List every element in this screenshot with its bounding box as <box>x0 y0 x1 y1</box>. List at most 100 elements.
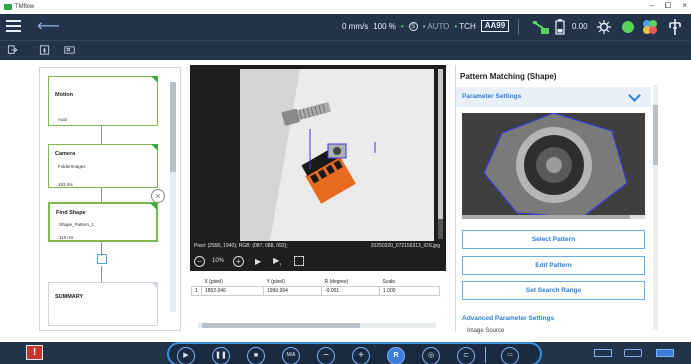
flow-node-sub: FolderImages <box>58 164 86 169</box>
exit-icon[interactable] <box>7 45 18 55</box>
speed-down-icon[interactable]: − <box>317 347 335 364</box>
zoom-level: 10% <box>212 258 225 264</box>
counter-readout: 0.00 <box>572 22 588 31</box>
flow-node-time: 118 ms <box>59 235 74 240</box>
stop-button-icon[interactable]: ■ <box>247 347 265 364</box>
col-header-y: Y (pixel) <box>266 279 285 286</box>
image-filename: 20250320_072156313_iOS.jpg <box>370 243 440 249</box>
controller-icon[interactable] <box>594 349 612 357</box>
keyboard-icon[interactable]: ▭ <box>501 347 519 364</box>
flow-node-find-shape[interactable]: Find Shape Shape_Pattern_1 118 ms <box>48 202 158 242</box>
maximize-button[interactable]: ⧠ <box>665 1 671 11</box>
project-name-box[interactable]: AA99 <box>480 20 510 32</box>
panel-scrollbar[interactable] <box>653 85 658 330</box>
flow-node-sub: Shape_Pattern_1 <box>59 222 95 227</box>
camera-image[interactable] <box>240 69 434 241</box>
target-icon[interactable]: ◎ <box>422 347 440 364</box>
close-window-button[interactable]: × <box>682 1 687 11</box>
viewer-controls: − 10% + ▶ ▶1 <box>194 253 304 269</box>
flow-node-camera[interactable]: Camera FolderImages 193 ms <box>48 144 158 188</box>
col-header-scale: Scale <box>382 279 396 286</box>
camera-image-content <box>240 69 434 241</box>
speed-readout: 0 mm/s <box>342 21 369 31</box>
s-indicator-icon: • <box>400 21 404 31</box>
flow-node-title: SUMMARY <box>55 294 84 300</box>
thumbnail-scrollbar[interactable] <box>462 215 645 219</box>
row-index: 1 <box>191 285 202 296</box>
divider <box>485 347 486 363</box>
back-arrow-icon[interactable]: ⟵ <box>37 17 60 37</box>
main-workspace: Motion Auto Camera FolderImages 193 ms F… <box>0 60 691 342</box>
camera-view-icon[interactable] <box>64 45 75 55</box>
pattern-thumbnail-image <box>462 113 645 218</box>
results-table-panel: X (pixel) Y (pixel) R (degree) Scale 1 1… <box>190 273 446 332</box>
auto-text: AUTO <box>427 21 450 31</box>
sun-gear-icon[interactable] <box>596 19 612 35</box>
pattern-thumbnail <box>462 113 645 218</box>
window-title: TMflow <box>15 4 35 10</box>
flow-node-sub: Auto <box>58 117 68 122</box>
remove-node-icon[interactable]: × <box>151 189 165 203</box>
tmflow-logo-icon <box>4 4 12 10</box>
select-pattern-button[interactable]: Select Pattern <box>462 230 645 249</box>
parameter-settings-header[interactable]: Parameter Settings <box>456 87 651 107</box>
set-search-range-button[interactable]: Set Search Range <box>462 281 645 300</box>
status-light-icon <box>622 21 634 33</box>
display-icon[interactable] <box>656 349 674 357</box>
fit-screen-icon[interactable] <box>293 256 304 266</box>
flow-node-motion[interactable]: Motion Auto <box>48 76 158 126</box>
section-label: Parameter Settings <box>462 93 522 100</box>
hamburger-menu-icon[interactable] <box>6 20 21 33</box>
document-info-icon[interactable] <box>39 45 50 55</box>
pause-button-icon[interactable]: ❚❚ <box>212 347 230 364</box>
alert-icon[interactable]: ! <box>26 345 43 360</box>
app-logo-icon[interactable] <box>641 18 659 36</box>
image-source-label: Image Source <box>467 328 505 334</box>
network-icon[interactable] <box>667 18 683 36</box>
reset-button[interactable]: R <box>387 347 405 364</box>
zoom-out-icon[interactable]: − <box>194 255 205 267</box>
results-scrollbar[interactable] <box>198 323 436 328</box>
gripper-icon[interactable]: ⊂ <box>457 347 475 364</box>
zoom-in-icon[interactable]: + <box>233 255 245 267</box>
flow-node-title: Motion <box>55 92 74 98</box>
viewer-scrollbar[interactable] <box>438 69 443 239</box>
speed-up-icon[interactable]: + <box>352 347 370 364</box>
flow-node-title: Camera <box>55 151 76 157</box>
results-table: X (pixel) Y (pixel) R (degree) Scale 1 1… <box>191 279 440 296</box>
flow-node-summary[interactable]: SUMMARY <box>48 282 158 326</box>
image-viewer: Pixel: (2990, 1940); RGB: (087, 088, 092… <box>190 65 446 271</box>
robot-control-pill: ▶ ❚❚ ■ M/A − + R ◎ ⊂ ▭ <box>167 342 542 364</box>
cell-scale: 1.000 <box>379 285 440 296</box>
chevron-down-icon[interactable] <box>628 89 641 102</box>
flow-panel: Motion Auto Camera FolderImages 193 ms F… <box>39 67 181 331</box>
divider <box>518 19 519 35</box>
top-status-bar: ⟵ 0 mm/s 100 % • S • AUTO • TCH AA99 0.0… <box>0 14 691 40</box>
minimize-button[interactable]: – <box>649 1 653 11</box>
properties-panel: Pattern Matching (Shape) Parameter Setti… <box>455 65 660 334</box>
battery-icon <box>555 19 565 35</box>
io-icon[interactable] <box>624 349 642 357</box>
robot-arm-icon[interactable] <box>532 19 550 35</box>
pixel-info: Pixel: (2990, 1940); RGB: (087, 088, 092… <box>194 243 288 249</box>
col-header-r: R (degree) <box>324 279 349 286</box>
manual-auto-button[interactable]: M/A <box>282 347 300 364</box>
speed-percent: 100 % <box>373 21 396 31</box>
advanced-settings-link[interactable]: Advanced Parameter Settings <box>462 315 554 322</box>
window-title-bar: TMflow – ⧠ × <box>0 0 691 14</box>
step-play-icon[interactable]: ▶1 <box>273 256 281 267</box>
table-row[interactable]: 1 1802.046 1990.994 -0.001 1.000 <box>191 285 440 296</box>
cell-r: -0.001 <box>321 285 380 296</box>
flow-node-title: Find Shape <box>56 210 86 216</box>
play-icon[interactable]: ▶ <box>255 257 261 266</box>
cell-x: 1802.046 <box>201 285 264 296</box>
flow-scrollbar[interactable] <box>170 82 176 312</box>
robot-status: 0 mm/s 100 % • S • AUTO • TCH AA99 <box>342 20 510 32</box>
edit-pattern-button[interactable]: Edit Pattern <box>462 256 645 275</box>
secondary-toolbar <box>0 40 691 60</box>
bottom-control-bar: ! ▶ ❚❚ ■ M/A − + R ◎ ⊂ ▭ <box>0 342 691 364</box>
play-button-icon[interactable]: ▶ <box>177 347 195 364</box>
cell-y: 1990.994 <box>263 285 322 296</box>
tch-text: TCH <box>459 21 476 31</box>
import-icon[interactable] <box>97 254 107 264</box>
